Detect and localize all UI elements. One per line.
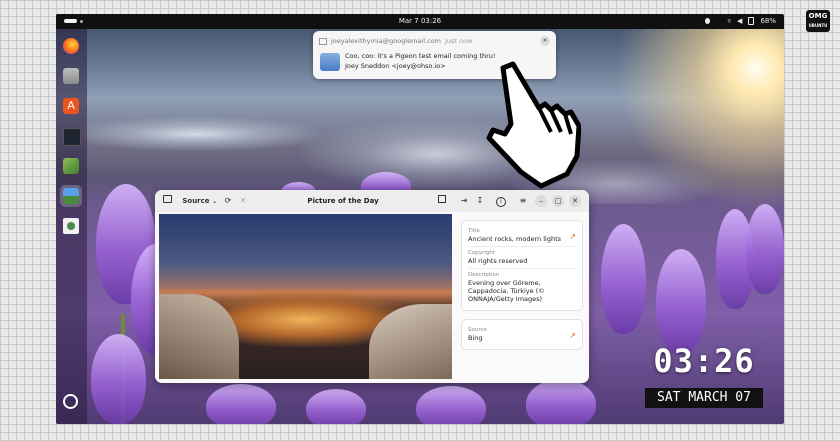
maximize-icon: □ [554,197,562,205]
dock: A [56,29,87,424]
overlay-date: SAT MARCH 07 [645,388,763,408]
crocus-flower [206,384,276,424]
details-sidebar: Title Ancient rocks, modern lights ↗ Cop… [461,220,583,350]
firefox-launcher[interactable] [60,35,82,57]
files-launcher[interactable] [60,65,82,87]
pointer-hand-icon [486,61,581,189]
detail-label: Source [468,327,487,333]
envelope-icon [320,53,340,71]
landscape-icon [63,188,79,204]
detail-value: All rights reserved [468,257,528,265]
source-card: Source Bing ↗ [461,319,583,350]
notification-header: joeyalexithymia@googlemail.com Just now [319,37,472,45]
system-tray[interactable]: ▿ ◀ 68% [704,17,776,25]
download-icon: ↧ [476,196,484,205]
top-panel: Mar 7 03:26 ▿ ◀ 68% [56,14,784,29]
open-button[interactable]: ⇥ [458,194,470,208]
night-light-icon [704,18,710,24]
omg-ubuntu-logo: OMG UBUNTU [806,10,830,32]
crocus-flower [91,334,146,424]
wifi-icon: ▿ [727,17,732,25]
trash-icon [63,218,79,234]
notification-sender: joeyalexithymia@googlemail.com [331,37,441,45]
trash-launcher[interactable] [60,215,82,237]
maximize-button[interactable]: □ [552,195,564,207]
window-close-button[interactable]: ✕ [569,195,581,207]
main-menu-button[interactable]: ≡ [517,194,529,208]
notification-subject: Coo, coo: it's a Pigeon test email comin… [345,52,496,60]
crocus-flower [416,386,486,424]
battery-percent: 68% [760,17,776,25]
crocus-flower [306,389,366,424]
details-card: Title Ancient rocks, modern lights ↗ Cop… [461,220,583,311]
extensions-launcher[interactable] [60,155,82,177]
notification-time: Just now [444,37,473,45]
notification-from: Joey Sneddon <joey@ohso.io> [345,62,446,70]
picture-of-the-day-launcher[interactable] [60,185,82,207]
detail-value: Bing [468,334,483,342]
enter-icon: ⇥ [460,196,468,205]
image-icon [438,195,446,203]
crocus-flower [601,224,646,334]
terminal-icon [63,128,81,146]
app-center-launcher[interactable]: A [60,95,82,117]
set-wallpaper-button[interactable] [436,194,448,208]
picture-of-the-day-window: Source ⌄ ⟳ ✕ Picture of the Day ⇥ ↧ i ≡ … [155,190,589,383]
terminal-launcher[interactable] [60,125,82,147]
folder-icon [63,68,79,84]
crocus-flower [526,379,596,424]
crocus-flower [746,204,784,294]
ubuntu-icon [63,394,78,409]
detail-row-copyright: Copyright All rights reserved [468,247,576,269]
app-center-icon: A [63,98,79,114]
detail-label: Copyright [468,250,495,256]
detail-row-title: Title Ancient rocks, modern lights ↗ [468,225,576,247]
volume-icon: ◀ [737,17,743,25]
photo-sky [159,214,452,289]
detail-row-source: Source Bing ↗ [468,324,576,345]
picture-preview[interactable] [159,214,452,379]
header-bar: Source ⌄ ⟳ ✕ Picture of the Day ⇥ ↧ i ≡ … [155,190,589,212]
close-icon: ✕ [572,197,578,205]
download-button[interactable]: ↧ [474,194,486,208]
detail-label: Title [468,228,480,234]
detail-label: Description [468,272,500,278]
crocus-flower [656,249,706,354]
firefox-icon [63,38,79,54]
mail-icon [319,37,327,45]
info-icon: i [496,197,506,207]
detail-value: Ancient rocks, modern lights [468,235,562,243]
detail-value: Evening over Göreme, Cappadocia, Türkiye… [468,279,545,303]
external-link-icon[interactable]: ↗ [569,232,576,241]
overlay-time: 03:26 [653,342,755,380]
show-apps-button[interactable] [60,391,82,413]
detail-row-description: Description Evening over Göreme, Cappado… [468,269,576,306]
hamburger-icon: ≡ [519,196,527,205]
external-link-icon[interactable]: ↗ [569,331,576,340]
info-button[interactable]: i [495,194,507,208]
minimize-icon: – [539,197,543,205]
minimize-button[interactable]: – [535,195,547,207]
panel-clock[interactable]: Mar 7 03:26 [56,17,784,25]
battery-icon [748,17,755,25]
puzzle-icon [63,158,79,174]
notification-close-button[interactable]: × [540,36,550,46]
